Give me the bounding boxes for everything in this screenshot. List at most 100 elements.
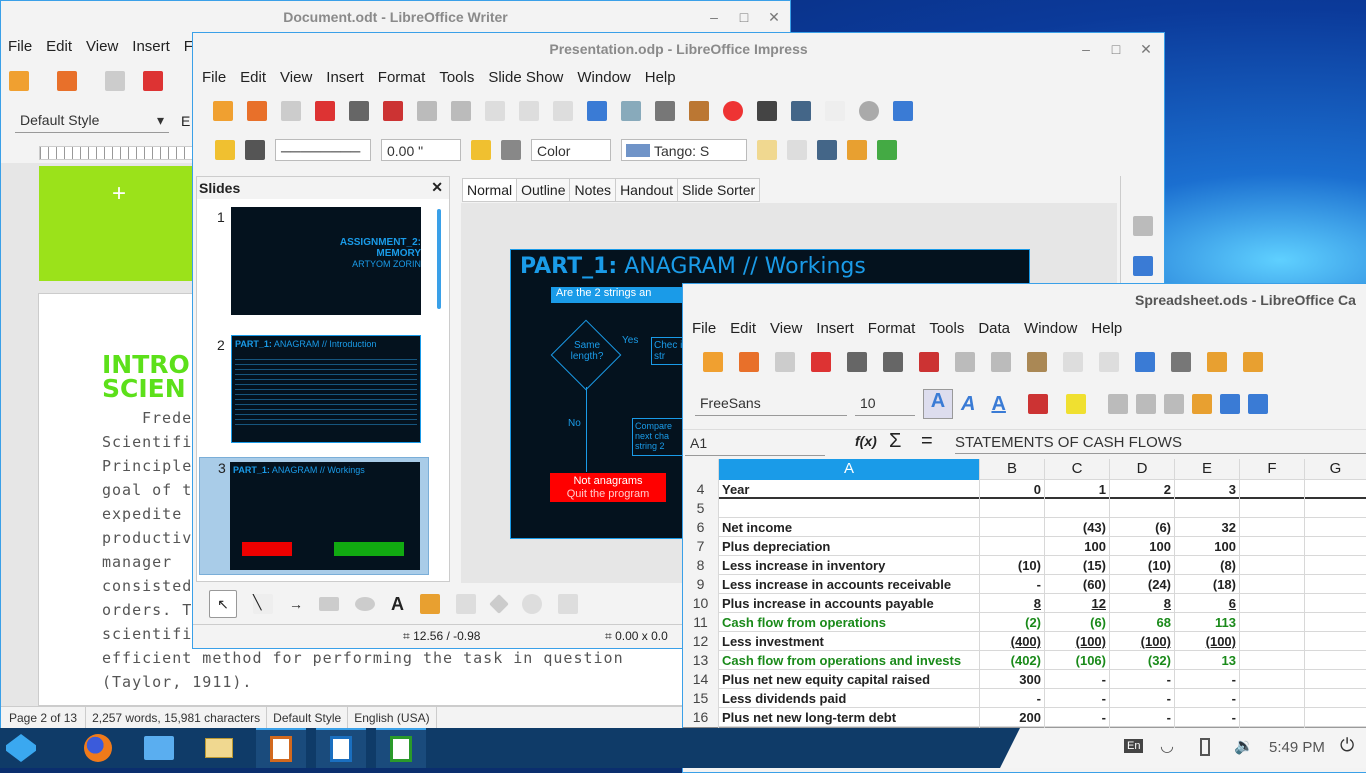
cell-e[interactable]: 32 <box>1175 518 1240 537</box>
print-preview-icon[interactable] <box>883 352 903 372</box>
cell-a[interactable]: Less investment <box>719 632 980 651</box>
arrow-tool-icon[interactable]: → <box>289 596 303 612</box>
tab-handout[interactable]: Handout <box>615 178 678 202</box>
cell-e[interactable]: - <box>1175 689 1240 708</box>
slide-thumbnail-3[interactable]: 3 PART_1: ANAGRAM // Workings <box>199 457 429 575</box>
menu-insert[interactable]: Insert <box>809 317 861 341</box>
cell-empty[interactable] <box>1305 537 1366 556</box>
redo-icon[interactable] <box>1099 352 1119 372</box>
font-size-select[interactable]: 10 <box>855 392 915 416</box>
menu-edit[interactable]: Edit <box>233 66 273 90</box>
autospell-icon[interactable] <box>1171 352 1191 372</box>
cell-d[interactable]: - <box>1110 689 1175 708</box>
tab-normal[interactable]: Normal <box>462 178 518 202</box>
curve-tool-icon[interactable] <box>420 594 440 614</box>
line-color-icon[interactable] <box>471 140 491 160</box>
menu-view[interactable]: View <box>273 66 319 90</box>
row-header[interactable]: 13 <box>683 651 719 670</box>
menu-format[interactable]: Format <box>371 66 433 90</box>
cell-c[interactable]: 1 <box>1045 480 1110 499</box>
cell-e[interactable]: - <box>1175 670 1240 689</box>
close-button[interactable]: ✕ <box>759 1 789 33</box>
cell-c[interactable]: (100) <box>1045 632 1110 651</box>
column-header-e[interactable]: E <box>1175 459 1240 480</box>
text-tool-icon[interactable]: A <box>391 594 404 615</box>
cell-e[interactable]: 13 <box>1175 651 1240 670</box>
cell-a[interactable] <box>719 499 980 518</box>
status-page-style[interactable]: Default Style <box>267 707 349 728</box>
menu-data[interactable]: Data <box>971 317 1017 341</box>
cell-d[interactable]: - <box>1110 708 1175 727</box>
line-tool-icon[interactable]: ╲ <box>253 594 273 614</box>
area-style-select[interactable]: Color <box>531 139 611 161</box>
align-center-icon[interactable] <box>1135 394 1156 414</box>
line-width-field[interactable]: 0.00 " <box>381 139 461 161</box>
cell-d[interactable]: 8 <box>1110 594 1175 613</box>
row-icon[interactable] <box>1207 352 1227 372</box>
image-icon[interactable] <box>689 101 709 121</box>
status-word-count[interactable]: 2,257 words, 15,981 characters <box>86 707 268 728</box>
cell-empty[interactable] <box>1305 518 1366 537</box>
cell-b[interactable] <box>980 499 1045 518</box>
cut-icon[interactable] <box>383 101 403 121</box>
font-color-icon[interactable] <box>1065 394 1086 414</box>
close-button[interactable]: ✕ <box>1131 33 1161 65</box>
hyperlink-icon[interactable] <box>825 101 845 121</box>
cell-b[interactable]: - <box>980 689 1045 708</box>
taskbar-calc[interactable] <box>376 728 426 768</box>
underline-button[interactable]: A <box>991 393 1005 416</box>
pen-icon[interactable] <box>215 140 235 160</box>
row-header[interactable]: 8 <box>683 556 719 575</box>
transform-icon[interactable] <box>817 140 837 160</box>
export-pdf-icon[interactable] <box>811 352 831 372</box>
wrap-text-icon[interactable] <box>1191 394 1212 414</box>
zorin-menu-icon[interactable] <box>6 734 36 762</box>
function-wizard-icon[interactable]: f(x) <box>855 433 877 449</box>
row-header[interactable]: 6 <box>683 518 719 537</box>
close-panel-icon[interactable]: ✕ <box>431 179 443 196</box>
save-icon[interactable] <box>105 71 125 91</box>
cell-c[interactable]: 100 <box>1045 537 1110 556</box>
new-icon[interactable] <box>213 101 233 121</box>
cell-empty[interactable] <box>1305 670 1366 689</box>
volume-icon[interactable]: 🔉 <box>1234 736 1254 756</box>
column-icon[interactable] <box>1243 352 1263 372</box>
cell-c[interactable]: - <box>1045 670 1110 689</box>
cell-d[interactable]: - <box>1110 670 1175 689</box>
cell-d[interactable]: 100 <box>1110 537 1175 556</box>
bold-button[interactable]: A <box>923 389 953 419</box>
menu-window[interactable]: Window <box>1017 317 1084 341</box>
undo-icon[interactable] <box>1063 352 1083 372</box>
menu-help[interactable]: Help <box>638 66 683 90</box>
cell-empty[interactable] <box>1240 670 1305 689</box>
formula-icon[interactable]: = <box>921 430 933 453</box>
center-vertically-icon[interactable] <box>1247 394 1268 414</box>
cell-empty[interactable] <box>1240 480 1305 499</box>
open-icon[interactable] <box>739 352 759 372</box>
new-icon[interactable] <box>703 352 723 372</box>
cell-d[interactable]: 2 <box>1110 480 1175 499</box>
clock[interactable]: 5:49 PM <box>1269 739 1325 756</box>
cell-b[interactable]: 300 <box>980 670 1045 689</box>
menu-view[interactable]: View <box>763 317 809 341</box>
copy-icon[interactable] <box>417 101 437 121</box>
area-color-select[interactable]: Tango: S <box>621 139 747 161</box>
font-name-select[interactable]: FreeSans <box>695 392 847 416</box>
cell-empty[interactable] <box>1305 613 1366 632</box>
menu-file[interactable]: File <box>685 317 723 341</box>
row-header[interactable]: 10 <box>683 594 719 613</box>
column-header-g[interactable]: G <box>1305 459 1366 480</box>
keyboard-layout[interactable]: En <box>1124 739 1144 753</box>
save-icon[interactable] <box>281 101 301 121</box>
font-name-select[interactable]: E <box>181 113 190 129</box>
slide-layout-icon[interactable] <box>1133 256 1153 276</box>
files-icon[interactable] <box>144 736 174 760</box>
cell-a[interactable]: Plus depreciation <box>719 537 980 556</box>
cell-a[interactable]: Net income <box>719 518 980 537</box>
cell-c[interactable]: (15) <box>1045 556 1110 575</box>
cell-c[interactable]: - <box>1045 689 1110 708</box>
cell-d[interactable]: (10) <box>1110 556 1175 575</box>
cell-d[interactable]: (32) <box>1110 651 1175 670</box>
paste-icon[interactable] <box>991 352 1011 372</box>
cell-b[interactable] <box>980 518 1045 537</box>
